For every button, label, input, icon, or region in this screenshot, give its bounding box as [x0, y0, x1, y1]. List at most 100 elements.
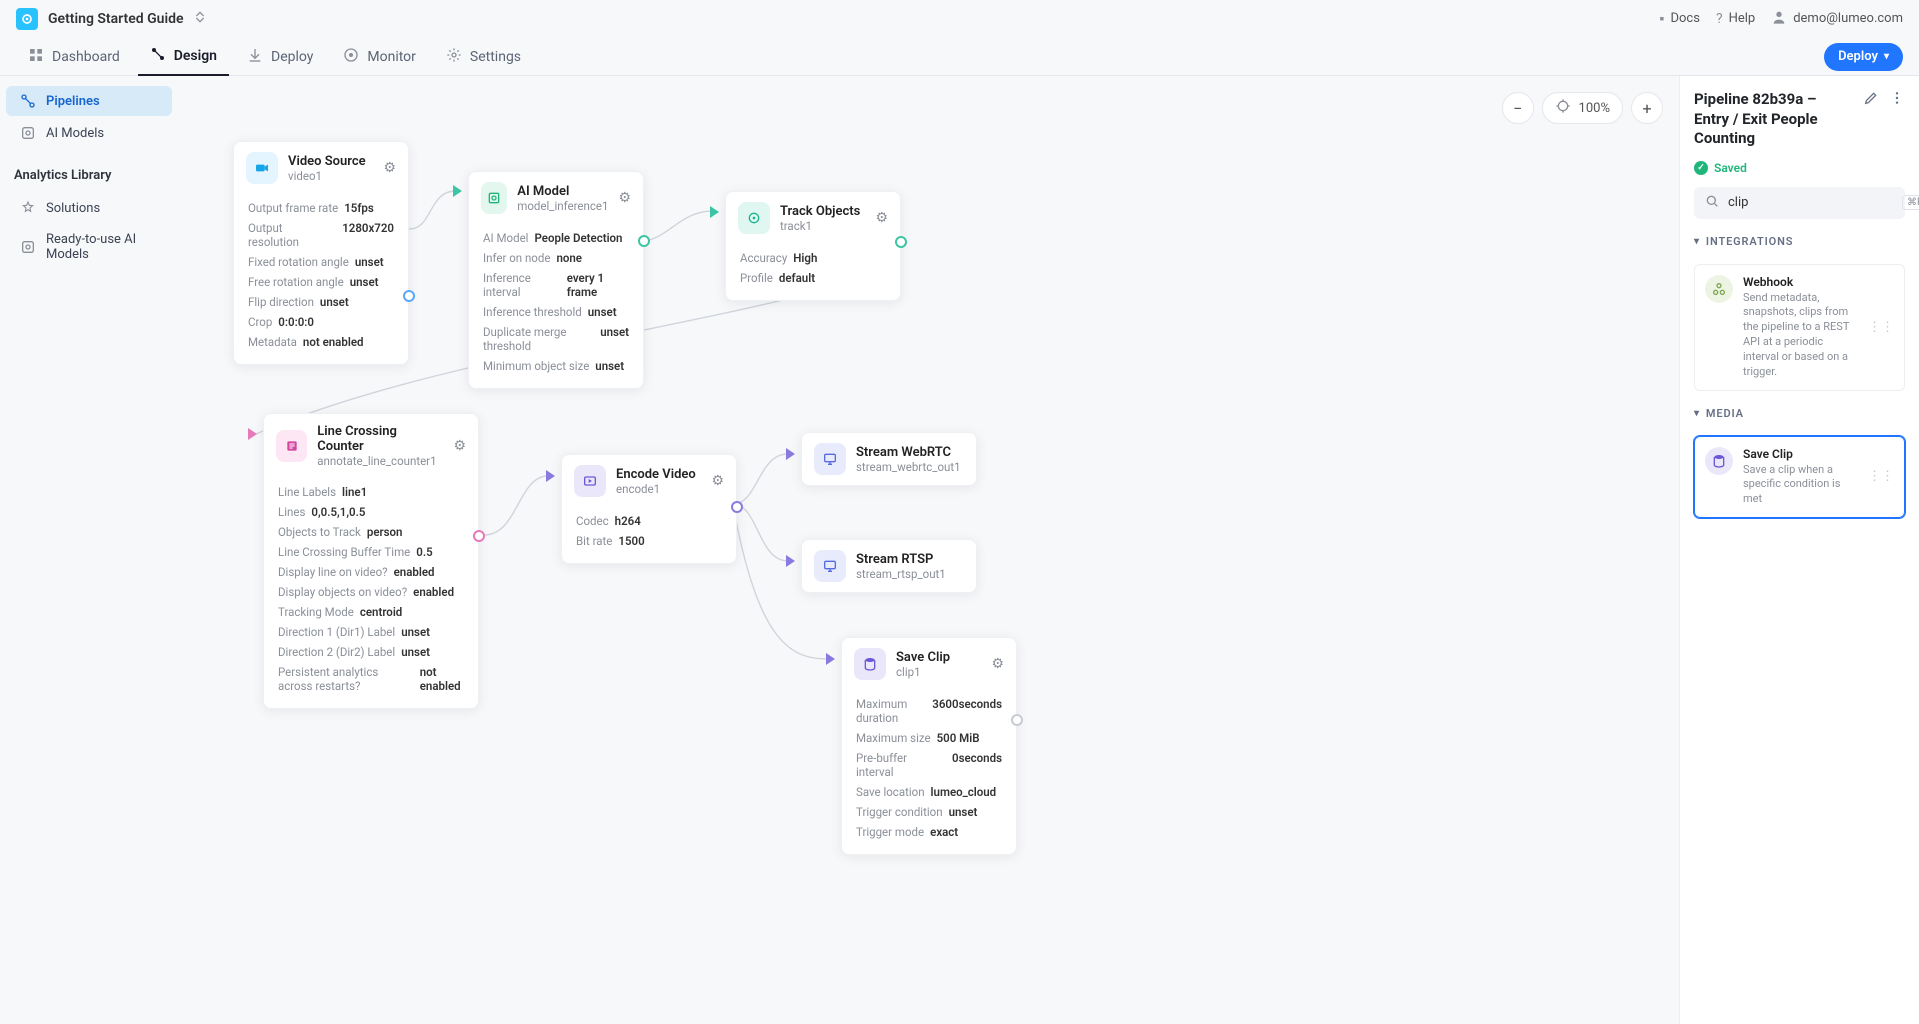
gear-icon[interactable]: ⚙ [618, 190, 631, 206]
node-title: AI Model [517, 184, 608, 199]
drag-handle-icon[interactable]: ⋮⋮ [1868, 469, 1894, 484]
node-track-objects[interactable]: Track Objects track1 ⚙ AccuracyHighProfi… [725, 191, 901, 301]
tab-dashboard[interactable]: Dashboard [16, 38, 132, 76]
chevron-down-icon: ▾ [1694, 236, 1700, 247]
topbar-right: ▪ Docs ? Help demo@lumeo.com [1660, 9, 1904, 29]
node-stream-rtsp[interactable]: Stream RTSP stream_rtsp_out1 [801, 539, 977, 593]
output-port[interactable] [1011, 714, 1023, 726]
play-icon[interactable] [248, 428, 257, 440]
play-icon[interactable] [710, 206, 719, 218]
more-icon[interactable] [1889, 90, 1905, 110]
model-icon [481, 182, 507, 214]
zoom-in-button[interactable]: + [1631, 92, 1663, 124]
section-label: MEDIA [1706, 407, 1744, 420]
output-port[interactable] [403, 290, 415, 302]
output-port[interactable] [638, 235, 650, 247]
node-encode-video[interactable]: Encode Video encode1 ⚙ Codech264Bit rate… [561, 454, 737, 564]
card-webhook[interactable]: Webhook Send metadata, snapshots, clips … [1694, 264, 1905, 391]
section-label: INTEGRATIONS [1706, 235, 1793, 248]
drag-handle-icon[interactable]: ⋮⋮ [1868, 320, 1894, 335]
help-icon: ? [1716, 11, 1723, 27]
output-port[interactable] [473, 530, 485, 542]
zoom-reset-button[interactable]: 100% [1542, 92, 1623, 124]
node-subtitle: encode1 [616, 482, 696, 496]
zoom-out-button[interactable]: − [1502, 92, 1534, 124]
node-body: Output frame rate15fpsOutput resolution1… [234, 194, 408, 364]
gear-icon[interactable]: ⚙ [383, 160, 396, 176]
app-logo[interactable] [16, 8, 38, 30]
node-prop: Objects to Trackperson [278, 522, 464, 542]
chevron-down-icon: ▾ [1884, 51, 1889, 62]
node-subtitle: stream_rtsp_out1 [856, 567, 946, 581]
counter-icon [276, 430, 307, 462]
docs-link[interactable]: ▪ Docs [1660, 10, 1700, 27]
tab-deploy[interactable]: Deploy [235, 38, 325, 76]
tab-design-label: Design [174, 48, 217, 64]
node-prop: Duplicate merge thresholdunset [483, 322, 629, 356]
node-body: AI ModelPeople DetectionInfer on nodenon… [469, 224, 643, 388]
help-link[interactable]: ? Help [1716, 11, 1755, 27]
canvas[interactable]: Video Source video1 ⚙ Output frame rate1… [178, 76, 1679, 1024]
node-stream-webrtc[interactable]: Stream WebRTC stream_webrtc_out1 [801, 432, 977, 486]
node-prop: Inference intervalevery 1 frame [483, 268, 629, 302]
monitor-icon [814, 550, 846, 582]
sidebar: Pipelines AI Models Analytics Library So… [0, 76, 178, 1024]
sidebar-item-solutions[interactable]: Solutions [6, 193, 172, 223]
output-port[interactable] [895, 236, 907, 248]
docs-label: Docs [1670, 11, 1699, 26]
pipelines-icon [20, 93, 36, 109]
gear-icon[interactable]: ⚙ [875, 210, 888, 226]
pipeline-status: ✓ Saved [1694, 161, 1905, 175]
node-line-counter[interactable]: Line Crossing Counter annotate_line_coun… [263, 413, 479, 709]
node-prop: Free rotation angleunset [248, 272, 394, 292]
node-video-source[interactable]: Video Source video1 ⚙ Output frame rate1… [233, 141, 409, 365]
webhook-icon [1705, 275, 1733, 303]
project-name: Getting Started Guide [48, 11, 184, 27]
gear-icon[interactable]: ⚙ [711, 473, 724, 489]
card-save-clip[interactable]: Save Clip Save a clip when a specific co… [1694, 436, 1905, 519]
sidebar-item-pipelines[interactable]: Pipelines [6, 86, 172, 116]
search-input[interactable] [1728, 195, 1894, 210]
zoom-controls: − 100% + [1502, 92, 1663, 124]
card-desc: Send metadata, snapshots, clips from the… [1743, 291, 1858, 380]
sidebar-readymodels-label: Ready-to-use AI Models [46, 232, 158, 262]
output-port[interactable] [731, 501, 743, 513]
tab-monitor[interactable]: Monitor [331, 38, 428, 76]
tab-settings[interactable]: Settings [434, 38, 533, 76]
tab-dashboard-label: Dashboard [52, 49, 120, 65]
play-icon[interactable] [826, 653, 835, 665]
help-label: Help [1729, 11, 1756, 26]
gear-icon[interactable]: ⚙ [991, 656, 1004, 672]
edit-icon[interactable] [1863, 90, 1879, 110]
play-icon[interactable] [786, 555, 795, 567]
monitor-icon [343, 47, 359, 67]
node-title: Encode Video [616, 467, 696, 482]
canvas-wrap[interactable]: − 100% + Video S [178, 76, 1679, 1024]
section-integrations[interactable]: ▾ INTEGRATIONS [1694, 231, 1905, 252]
card-desc: Save a clip when a specific condition is… [1743, 463, 1858, 508]
gear-icon[interactable]: ⚙ [453, 438, 466, 454]
pipeline-title: Pipeline 82b39a – Entry / Exit People Co… [1694, 90, 1855, 149]
tab-design[interactable]: Design [138, 38, 229, 76]
node-save-clip[interactable]: Save Clip clip1 ⚙ Maximum duration3600se… [841, 637, 1017, 855]
play-icon[interactable] [786, 448, 795, 460]
play-icon[interactable] [453, 185, 462, 197]
project-switcher[interactable] [192, 9, 208, 28]
deploy-button[interactable]: Deploy ▾ [1824, 43, 1903, 71]
section-media[interactable]: ▾ MEDIA [1694, 403, 1905, 424]
component-search[interactable]: ⌘F [1694, 187, 1905, 219]
deploy-button-label: Deploy [1838, 49, 1878, 64]
user-icon [1771, 9, 1787, 29]
node-prop: Infer on nodenone [483, 248, 629, 268]
node-prop: Tracking Modecentroid [278, 602, 464, 622]
play-icon[interactable] [546, 470, 555, 482]
sidebar-item-ai-models[interactable]: AI Models [6, 118, 172, 148]
node-prop: AI ModelPeople Detection [483, 228, 629, 248]
user-menu[interactable]: demo@lumeo.com [1771, 9, 1903, 29]
node-ai-model[interactable]: AI Model model_inference1 ⚙ AI ModelPeop… [468, 171, 644, 389]
node-prop: Line Crossing Buffer Time0.5 [278, 542, 464, 562]
docs-icon: ▪ [1660, 10, 1665, 27]
database-icon [854, 648, 886, 680]
node-subtitle: model_inference1 [517, 199, 608, 213]
sidebar-item-ready-models[interactable]: Ready-to-use AI Models [6, 225, 172, 269]
